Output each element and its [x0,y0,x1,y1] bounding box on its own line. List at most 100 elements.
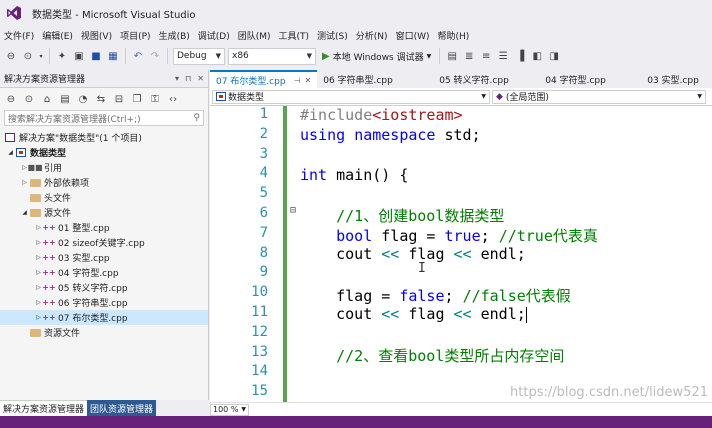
expanded-arrow-icon[interactable]: ◢ [20,209,29,216]
menu-view[interactable]: 视图(V) [79,29,118,42]
status-bar [0,416,712,428]
run-label: 本地 Windows 调试器 [332,52,424,63]
new-project-icon[interactable]: ✦ [55,49,69,63]
menu-window[interactable]: 窗口(W) [394,29,436,42]
search-placeholder: 搜索解决方案资源管理器(Ctrl+;) [8,114,141,125]
tree-item-label: 05 转义字符.cpp [58,284,128,294]
code-line-8: cout << flag << endl; [300,245,526,263]
collapse-outline-icon[interactable]: ⊟ [290,205,296,216]
forward-icon[interactable]: ⊙ [21,49,35,63]
menu-edit[interactable]: 编辑(E) [40,29,79,42]
bookmark-prev-icon[interactable]: ◧ [530,49,544,63]
forward-icon[interactable]: ⊙ [22,92,36,106]
menu-tools[interactable]: 工具(T) [277,29,316,42]
solution-explorer-panel: 解决方案资源管理器 ▾ ⊓ ✕ ⊖ ⊙ ⌂ ▤ ◔ ⇆ ⊟ ❐ ⚿ ‹› 搜索解… [0,70,209,416]
open-file-icon[interactable]: ▣ [72,49,86,63]
back-icon[interactable]: ⊖ [4,49,18,63]
start-debugging-button[interactable]: ▶ 本地 Windows 调试器 ▼ [319,50,434,63]
solution-configuration-select[interactable]: Debug ▼ [173,47,225,65]
bookmark-next-icon[interactable]: ◨ [547,49,561,63]
folder-icon [29,192,41,203]
menu-debug[interactable]: 调试(D) [196,29,236,42]
zoom-level-select[interactable]: 100 % ▼ [210,403,250,416]
tree-item[interactable]: ▷ ++ 03 实型.cpp [0,250,208,265]
pin-icon[interactable]: ⊓ [185,74,191,83]
play-icon: ▶ [322,50,330,62]
expanded-arrow-icon[interactable]: ◢ [6,149,15,156]
title-bar: 数据类型 - Microsoft Visual Studio [0,0,712,26]
menu-team[interactable]: 团队(M) [236,29,277,42]
member-value: ◆ (全局范围) [496,90,549,104]
tab-solution-explorer[interactable]: 解决方案资源管理器 [0,400,88,416]
solution-tree: 解决方案"数据类型"(1 个项目) ◢ 数据类型 ▷ ■■ 引用 ▷ 外部依赖项 头文件 ◢… [0,130,208,340]
menu-build[interactable]: 生成(B) [157,29,196,42]
properties-icon[interactable]: ⚿ [148,92,162,106]
doc-tab-escape[interactable]: 05 转义字符.cpp [433,70,539,88]
code-view[interactable]: 1 2 3 4 5 6 7 8 9 10 11 12 13 14 15 ⊟ #include<iostrea… [210,106,712,402]
menu-analyze[interactable]: 分析(N) [354,29,394,42]
line-number: 12 [251,323,268,340]
tree-item[interactable]: ▷ ++ 07 布尔类型.cpp [0,310,208,325]
panel-header-buttons: ▾ ⊓ ✕ [175,74,204,83]
tree-item[interactable]: ▷ ++ 01 整型.cpp [0,220,208,235]
tree-item[interactable]: ▷ ++ 06 字符串型.cpp [0,295,208,310]
format-icon[interactable]: ≣ [462,49,476,63]
pin-icon[interactable]: ⊣ [294,76,301,85]
back-icon[interactable]: ⊖ [4,92,18,106]
doc-tab-bool[interactable]: 07 布尔类型.cpp ⊣ ✕ [210,70,318,88]
close-icon[interactable]: ✕ [197,74,204,83]
solution-platform-select[interactable]: x86 ▼ [228,47,316,65]
member-scope-select[interactable]: ◆ (全局范围) ▼ [492,89,706,104]
pending-changes-icon[interactable]: ◔ [76,92,90,106]
sync-icon[interactable]: ⇆ [94,92,108,106]
tree-item[interactable]: ◢ 源文件 [0,205,208,220]
tab-team-explorer[interactable]: 团队资源管理器 [87,400,157,416]
scope-label: 数据类型 [228,93,265,103]
attach-icon[interactable]: ▤ [445,49,459,63]
line-number: 15 [251,383,268,400]
close-icon[interactable]: ✕ [305,76,312,85]
redo-icon[interactable]: ↷ [148,49,162,63]
menu-file[interactable]: 文件(F) [2,29,40,42]
undo-icon[interactable]: ↶ [131,49,145,63]
tree-item-label: 04 字符型.cpp [58,269,119,279]
tree-item[interactable]: ▷ ++ 05 转义字符.cpp [0,280,208,295]
save-icon[interactable]: ■ [89,49,103,63]
project-scope-select[interactable]: 数据类型 ▼ [212,89,490,104]
menu-test[interactable]: 测试(S) [315,29,354,42]
solution-search-input[interactable]: 搜索解决方案资源管理器(Ctrl+;) ⚲ [4,110,204,126]
uncomment-icon[interactable]: ☰ [496,49,510,63]
panel-menu-icon[interactable]: ▾ [175,74,179,83]
tree-item[interactable]: 资源文件 [0,325,208,340]
tree-item[interactable]: ▷ 外部依赖项 [0,175,208,190]
line-number: 11 [251,304,268,320]
comment-icon[interactable]: ≡ [479,49,493,63]
tree-item[interactable]: ▷ ++ 02 sizeof关键字.cpp [0,235,208,250]
copy-icon[interactable]: ❐ [130,92,144,106]
tree-item[interactable]: ▷ ++ 04 字符型.cpp [0,265,208,280]
dropdown-arrow-icon[interactable]: ▾ [38,49,44,63]
menu-help[interactable]: 帮助(H) [435,29,475,42]
project-label: 数据类型 [30,149,67,159]
collapsed-arrow-icon[interactable]: ▷ [20,179,29,186]
save-all-icon[interactable]: ▦ [106,49,120,63]
doc-tab-char[interactable]: 04 字符型.cpp [539,70,641,88]
scope-value: 数据类型 [216,90,264,103]
window-title: 数据类型 - Microsoft Visual Studio [32,9,196,21]
menu-project[interactable]: 项目(P) [118,29,156,42]
tree-solution-node[interactable]: 解决方案"数据类型"(1 个项目) [0,130,208,145]
bookmark-icon[interactable]: ▐ [513,49,527,63]
tree-item[interactable]: ▷ ■■ 引用 [0,160,208,175]
visual-studio-logo-icon [7,6,21,20]
home-icon[interactable]: ⌂ [40,92,54,106]
text-caret [526,307,527,323]
editor-status-strip: 100 % ▼ [210,402,712,416]
doc-tab-float[interactable]: 03 实型.cpp [641,70,705,88]
doc-tab-string[interactable]: 06 字符串型.cpp [317,70,433,88]
tree-item[interactable]: 头文件 [0,190,208,205]
code-view-icon[interactable]: ‹› [166,92,180,106]
references-icon: ■■ [27,163,43,172]
switch-views-icon[interactable]: ▤ [58,92,72,106]
collapse-all-icon[interactable]: ⊟ [112,92,126,106]
tree-project-node[interactable]: ◢ 数据类型 [0,145,208,160]
